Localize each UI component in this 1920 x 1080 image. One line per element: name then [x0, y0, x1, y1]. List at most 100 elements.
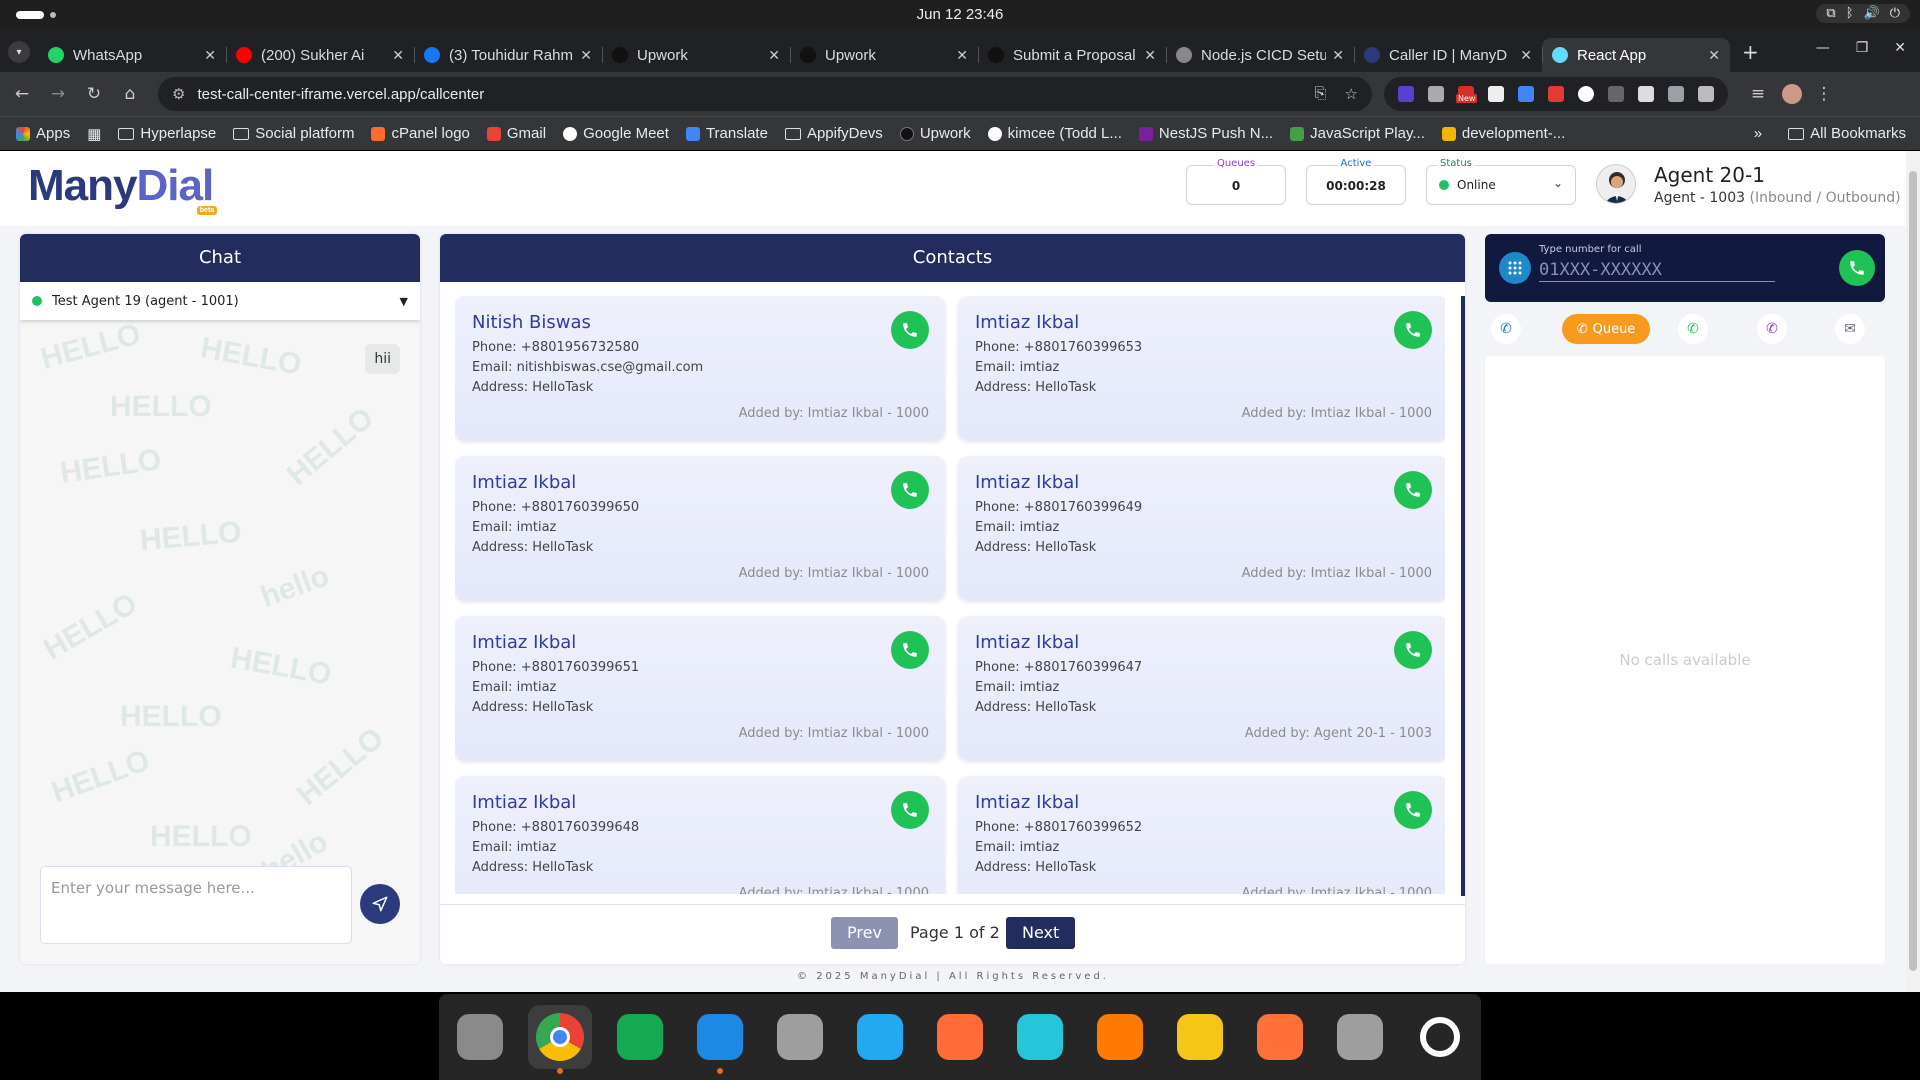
bookmark-item[interactable]: Translate: [685, 125, 768, 142]
status-select[interactable]: Status Online ⌄: [1426, 158, 1576, 205]
dial-call-button[interactable]: [1839, 250, 1875, 286]
home-icon[interactable]: ⌂: [116, 84, 144, 104]
postman-icon[interactable]: [928, 1005, 992, 1069]
bookmark-item[interactable]: NestJS Push N...: [1138, 125, 1273, 142]
bookmark-folder[interactable]: Social platform: [233, 125, 354, 142]
extension-icon[interactable]: [1638, 86, 1654, 102]
browser-tab[interactable]: Submit a Proposal ✕: [978, 38, 1166, 72]
ubuntu-apps-icon[interactable]: [1408, 1005, 1472, 1069]
bookmark-folder[interactable]: AppifyDevs: [784, 125, 883, 142]
extension-icon[interactable]: [1518, 86, 1534, 102]
extension-icon[interactable]: [1488, 86, 1504, 102]
extension-icon[interactable]: [1578, 86, 1594, 102]
call-contact-button[interactable]: [1394, 631, 1432, 669]
mongodb-compass-icon[interactable]: [608, 1005, 672, 1069]
bookmark-item[interactable]: Gmail: [486, 125, 546, 142]
extension-icon[interactable]: [1668, 86, 1684, 102]
close-window-icon[interactable]: ✕: [1894, 40, 1906, 56]
system-clock[interactable]: Jun 12 23:46: [0, 6, 1920, 23]
contacts-scrollbar[interactable]: [1461, 296, 1465, 896]
chat-message-input[interactable]: Enter your message here...: [40, 866, 352, 944]
bookmark-item[interactable]: development-...: [1441, 125, 1565, 142]
vscode-icon[interactable]: [848, 1005, 912, 1069]
all-calls-icon[interactable]: ✆: [1491, 314, 1521, 344]
voicemail-icon[interactable]: ✉: [1835, 314, 1865, 344]
bookmark-item[interactable]: JavaScript Play...: [1290, 125, 1425, 142]
call-contact-button[interactable]: [891, 791, 929, 829]
outgoing-calls-icon[interactable]: ✆: [1757, 314, 1787, 344]
bookmark-item[interactable]: cPanel logo: [371, 125, 470, 142]
tab-close-icon[interactable]: ✕: [580, 47, 592, 64]
chat-agent-select[interactable]: Test Agent 19 (agent - 1001) ▼: [20, 282, 420, 320]
agent-avatar[interactable]: [1596, 164, 1636, 204]
bookmark-item[interactable]: Google Meet: [563, 125, 669, 142]
minimize-icon[interactable]: —: [1816, 40, 1830, 56]
call-contact-button[interactable]: [1394, 471, 1432, 509]
next-page-button[interactable]: Next: [1006, 917, 1076, 949]
bookmark-folder[interactable]: Hyperlapse: [118, 125, 216, 142]
tab-search-button[interactable]: ▾: [8, 41, 30, 63]
queue-tab-button[interactable]: ✆ Queue: [1562, 314, 1650, 344]
bookmark-star-icon[interactable]: ☆: [1345, 85, 1358, 103]
bookmark-item[interactable]: kimcee (Todd L...: [987, 125, 1122, 142]
system-tray[interactable]: ⧉ ᛒ 🔊 ⏻: [1816, 4, 1910, 23]
more-bookmarks-icon[interactable]: »: [1754, 125, 1762, 142]
sync-app-icon[interactable]: [1008, 1005, 1072, 1069]
forward-icon[interactable]: →: [44, 84, 72, 104]
browser-tab[interactable]: Caller ID | ManyD ✕: [1354, 38, 1542, 72]
text-editor-icon[interactable]: [1168, 1005, 1232, 1069]
extension-icon[interactable]: [1548, 86, 1564, 102]
reload-icon[interactable]: ↻: [80, 84, 108, 104]
url-text[interactable]: test-call-center-iframe.vercel.app/callc…: [197, 86, 484, 103]
keypad-icon[interactable]: [1499, 252, 1531, 284]
tab-close-icon[interactable]: ✕: [204, 47, 216, 64]
settings-icon[interactable]: [768, 1005, 832, 1069]
tab-close-icon[interactable]: ✕: [392, 47, 404, 64]
orange-app-icon[interactable]: [1088, 1005, 1152, 1069]
install-app-icon[interactable]: ⎘: [1315, 85, 1327, 103]
back-icon[interactable]: ←: [8, 84, 36, 104]
browser-tab[interactable]: Upwork ✕: [790, 38, 978, 72]
call-contact-button[interactable]: [1394, 791, 1432, 829]
tab-close-icon[interactable]: ✕: [1520, 47, 1532, 64]
page-scrollbar-thumb[interactable]: [1909, 171, 1917, 971]
call-contact-button[interactable]: [891, 471, 929, 509]
extension-new-icon[interactable]: New: [1456, 86, 1478, 103]
extension-icon[interactable]: [1398, 86, 1414, 102]
browser-tab[interactable]: (3) Touhidur Rahm ✕: [414, 38, 602, 72]
prev-page-button[interactable]: Prev: [831, 917, 898, 949]
bookmark-item[interactable]: Upwork: [899, 125, 971, 142]
address-bar[interactable]: ⚙ test-call-center-iframe.vercel.app/cal…: [158, 77, 1372, 111]
browser-tab[interactable]: (200) Sukher Ai ✕: [226, 38, 414, 72]
trash-icon[interactable]: [1328, 1005, 1392, 1069]
media-control-icon[interactable]: ≡: [1744, 84, 1772, 104]
call-contact-button[interactable]: [891, 631, 929, 669]
remote-desktop-icon[interactable]: [688, 1005, 752, 1074]
files-icon[interactable]: [448, 1005, 512, 1069]
call-contact-button[interactable]: [1394, 311, 1432, 349]
manydial-logo[interactable]: ManyDial beta: [28, 161, 218, 215]
browser-tab[interactable]: WhatsApp ✕: [38, 38, 226, 72]
browser-tab[interactable]: React App ✕: [1542, 38, 1730, 72]
profile-avatar[interactable]: [1782, 84, 1802, 104]
site-info-icon[interactable]: ⚙: [172, 85, 185, 103]
maximize-icon[interactable]: ❐: [1856, 40, 1869, 56]
extensions-puzzle-icon[interactable]: [1698, 86, 1714, 102]
page-scrollbar[interactable]: [1906, 151, 1920, 992]
tab-close-icon[interactable]: ✕: [1332, 47, 1344, 64]
browser-tab[interactable]: Node.js CICD Setu ✕: [1166, 38, 1354, 72]
new-tab-button[interactable]: +: [1742, 40, 1759, 64]
tab-close-icon[interactable]: ✕: [1144, 47, 1156, 64]
firefox-icon[interactable]: [1248, 1005, 1312, 1069]
send-message-button[interactable]: [360, 884, 400, 924]
chrome-icon[interactable]: [528, 1005, 592, 1074]
tab-close-icon[interactable]: ✕: [1708, 47, 1720, 64]
browser-tab[interactable]: Upwork ✕: [602, 38, 790, 72]
call-contact-button[interactable]: [891, 311, 929, 349]
extension-icon[interactable]: [1428, 86, 1444, 102]
tab-close-icon[interactable]: ✕: [956, 47, 968, 64]
tab-close-icon[interactable]: ✕: [768, 47, 780, 64]
extension-icon[interactable]: [1608, 86, 1624, 102]
incoming-calls-icon[interactable]: ✆: [1678, 314, 1708, 344]
chrome-menu-icon[interactable]: ⋮: [1810, 84, 1838, 104]
